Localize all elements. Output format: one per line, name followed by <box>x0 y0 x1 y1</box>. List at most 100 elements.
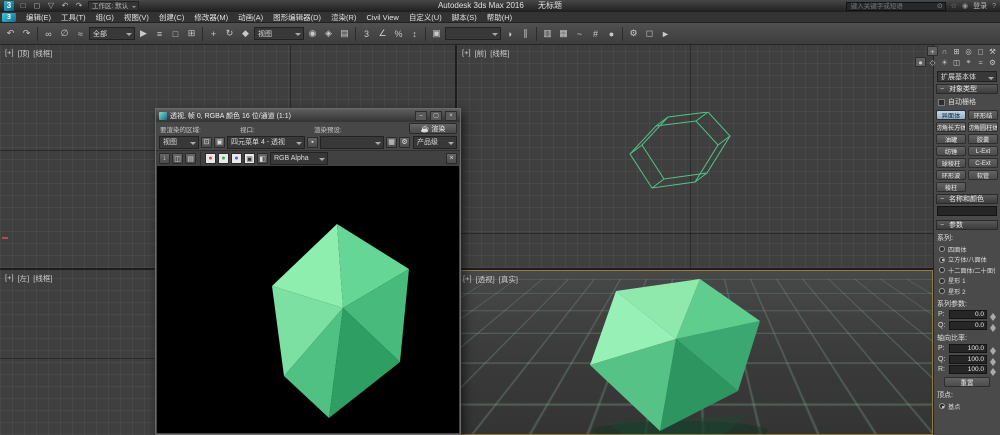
bind-to-space-warp-icon[interactable]: ≈ <box>73 26 88 41</box>
tab-modify[interactable]: ∩ <box>939 46 950 56</box>
viewport-persp-mode[interactable]: [真实] <box>499 274 518 285</box>
undo-icon[interactable]: ↶ <box>60 1 70 11</box>
search-input[interactable] <box>849 2 935 11</box>
render-settings-icon[interactable]: ⚙ <box>399 137 410 148</box>
curve-editor-icon[interactable]: ~ <box>572 26 587 41</box>
category-geometry-icon[interactable]: ● <box>915 57 926 67</box>
tab-hierarchy[interactable]: ⊞ <box>951 46 962 56</box>
axis-r-arrows[interactable] <box>989 365 996 374</box>
vertex-basic-radio[interactable] <box>939 403 945 409</box>
render-mode-dropdown[interactable]: 产品级 <box>413 136 457 149</box>
select-and-link-icon[interactable]: ∞ <box>41 26 56 41</box>
axis-p-arrows[interactable] <box>989 344 996 353</box>
select-and-manipulate-icon[interactable]: ◈ <box>321 26 336 41</box>
schematic-view-icon[interactable]: # <box>588 26 603 41</box>
hedra-wireframe-object[interactable] <box>622 112 737 204</box>
community-icon[interactable]: ☆ <box>951 2 957 10</box>
edit-named-selection-sets-icon[interactable]: ▣ <box>429 26 444 41</box>
selection-filter-dropdown[interactable]: 全部 <box>89 27 135 40</box>
c-ext-button[interactable]: C-Ext <box>968 158 998 168</box>
viewport-left-mode[interactable]: [线框] <box>33 273 52 284</box>
axis-p-spinner[interactable]: 100.0 <box>949 344 987 353</box>
ring-wave-button[interactable]: 环形波 <box>936 170 966 180</box>
l-ext-button[interactable]: L-Ext <box>968 146 998 156</box>
keyboard-shortcut-override-icon[interactable]: ▤ <box>337 26 352 41</box>
redo-icon[interactable]: ↷ <box>74 1 84 11</box>
p-spinner[interactable]: 0.0 <box>949 310 987 319</box>
capsule-button[interactable]: 胶囊 <box>968 134 998 144</box>
name-color-rollout-header[interactable]: − 名称和颜色 <box>936 194 998 204</box>
signin-icon[interactable]: ◉ <box>962 2 968 10</box>
layer-manager-icon[interactable]: ▥ <box>540 26 555 41</box>
tab-display[interactable]: ◻ <box>975 46 986 56</box>
axis-r-spinner[interactable]: 100.0 <box>949 365 987 374</box>
torus-knot-button[interactable]: 环形结 <box>968 110 998 120</box>
viewport-front-name[interactable]: [前] <box>475 48 487 59</box>
window-crossing-toggle-icon[interactable]: ⊞ <box>184 26 199 41</box>
menu-item-animation[interactable]: 动画(A) <box>233 12 268 23</box>
menu-item-tools[interactable]: 工具(T) <box>56 12 91 23</box>
family-cube-octa-radio[interactable] <box>939 257 945 263</box>
percent-snap-icon[interactable]: % <box>391 26 406 41</box>
mirror-icon[interactable]: ◑ <box>502 26 517 41</box>
menu-item-graph-editors[interactable]: 图形编辑器(D) <box>268 12 326 23</box>
rendered-frame-window-icon[interactable]: ◻ <box>642 26 657 41</box>
render-canvas[interactable] <box>157 166 459 433</box>
render-setup-icon[interactable]: ⚙ <box>626 26 641 41</box>
category-systems-icon[interactable]: ⚙ <box>987 57 998 67</box>
axis-q-spinner[interactable]: 100.0 <box>949 355 987 364</box>
family-star1-radio[interactable] <box>939 278 945 284</box>
ribbon-toggle-icon[interactable]: ▦ <box>556 26 571 41</box>
menu-item-customize[interactable]: 自定义(U) <box>404 12 447 23</box>
print-image-icon[interactable]: ▤ <box>185 153 196 164</box>
category-helpers-icon[interactable]: ⌖ <box>963 57 974 67</box>
category-space-warps-icon[interactable]: ≈ <box>975 57 986 67</box>
subcategory-dropdown[interactable]: 扩展基本体 <box>937 71 997 82</box>
maximize-button[interactable]: ▢ <box>430 111 442 121</box>
render-window-titlebar[interactable]: 透视, 帧 0, RGBA 颜色 16 位/通道 (1:1) ‒ ▢ × <box>156 109 460 122</box>
select-object-icon[interactable]: ▶ <box>136 26 151 41</box>
axis-q-arrows[interactable] <box>989 355 996 364</box>
spinner-snap-icon[interactable]: ↕ <box>407 26 422 41</box>
category-shapes-icon[interactable]: ◇ <box>927 57 938 67</box>
close-button[interactable]: × <box>445 111 457 121</box>
redo-icon[interactable]: ↷ <box>19 26 34 41</box>
object-type-rollout-header[interactable]: − 对象类型 <box>936 84 998 94</box>
menu-item-help[interactable]: 帮助(H) <box>482 12 517 23</box>
viewport-front-menu[interactable]: [+] <box>462 48 471 59</box>
tab-motion[interactable]: ◎ <box>963 46 974 56</box>
undo-icon[interactable]: ↶ <box>3 26 18 41</box>
open-file-icon[interactable]: ◻ <box>32 1 42 11</box>
save-file-icon[interactable]: ▽ <box>46 1 56 11</box>
menu-item-civil-view[interactable]: Civil View <box>361 13 403 22</box>
select-by-name-icon[interactable]: ≡ <box>152 26 167 41</box>
reset-button[interactable]: 重置 <box>944 377 990 387</box>
q-spinner[interactable]: 0.0 <box>949 321 987 330</box>
family-star2-radio[interactable] <box>939 288 945 294</box>
menu-item-scripting[interactable]: 脚本(S) <box>447 12 482 23</box>
reference-coordinate-dropdown[interactable]: 视图 <box>254 27 304 40</box>
oil-tank-button[interactable]: 油罐 <box>936 134 966 144</box>
gengon-button[interactable]: 球棱柱 <box>936 158 966 168</box>
monochrome-icon[interactable]: ◧ <box>257 153 268 164</box>
render-production-icon[interactable]: ► <box>658 26 673 41</box>
workspace-dropdown[interactable]: 工作区: 默认 <box>88 1 139 11</box>
enable-blue-channel-icon[interactable]: ● <box>231 153 242 164</box>
spindle-button[interactable]: 纺锤 <box>936 146 966 156</box>
category-cameras-icon[interactable]: ◫ <box>951 57 962 67</box>
viewport-persp-menu[interactable]: [+] <box>463 274 472 285</box>
clone-rendered-frame-icon[interactable]: ◫ <box>172 153 183 164</box>
select-and-scale-icon[interactable]: ◆ <box>238 26 253 41</box>
material-editor-icon[interactable]: ● <box>604 26 619 41</box>
menu-item-group[interactable]: 组(G) <box>91 12 119 23</box>
render-button[interactable]: ☕ 渲染 <box>409 123 457 134</box>
auto-region-icon[interactable]: ▣ <box>214 137 225 148</box>
select-and-move-icon[interactable]: + <box>206 26 221 41</box>
viewport-top-mode[interactable]: [线框] <box>33 48 52 59</box>
render-preset-dropdown[interactable] <box>320 136 384 149</box>
viewport-front-mode[interactable]: [线框] <box>490 48 509 59</box>
align-icon[interactable]: ∥ <box>518 26 533 41</box>
viewport-left-menu[interactable]: [+] <box>5 273 14 284</box>
help-icon[interactable]: ? <box>992 3 996 10</box>
display-alpha-channel-icon[interactable]: ▣ <box>244 153 255 164</box>
